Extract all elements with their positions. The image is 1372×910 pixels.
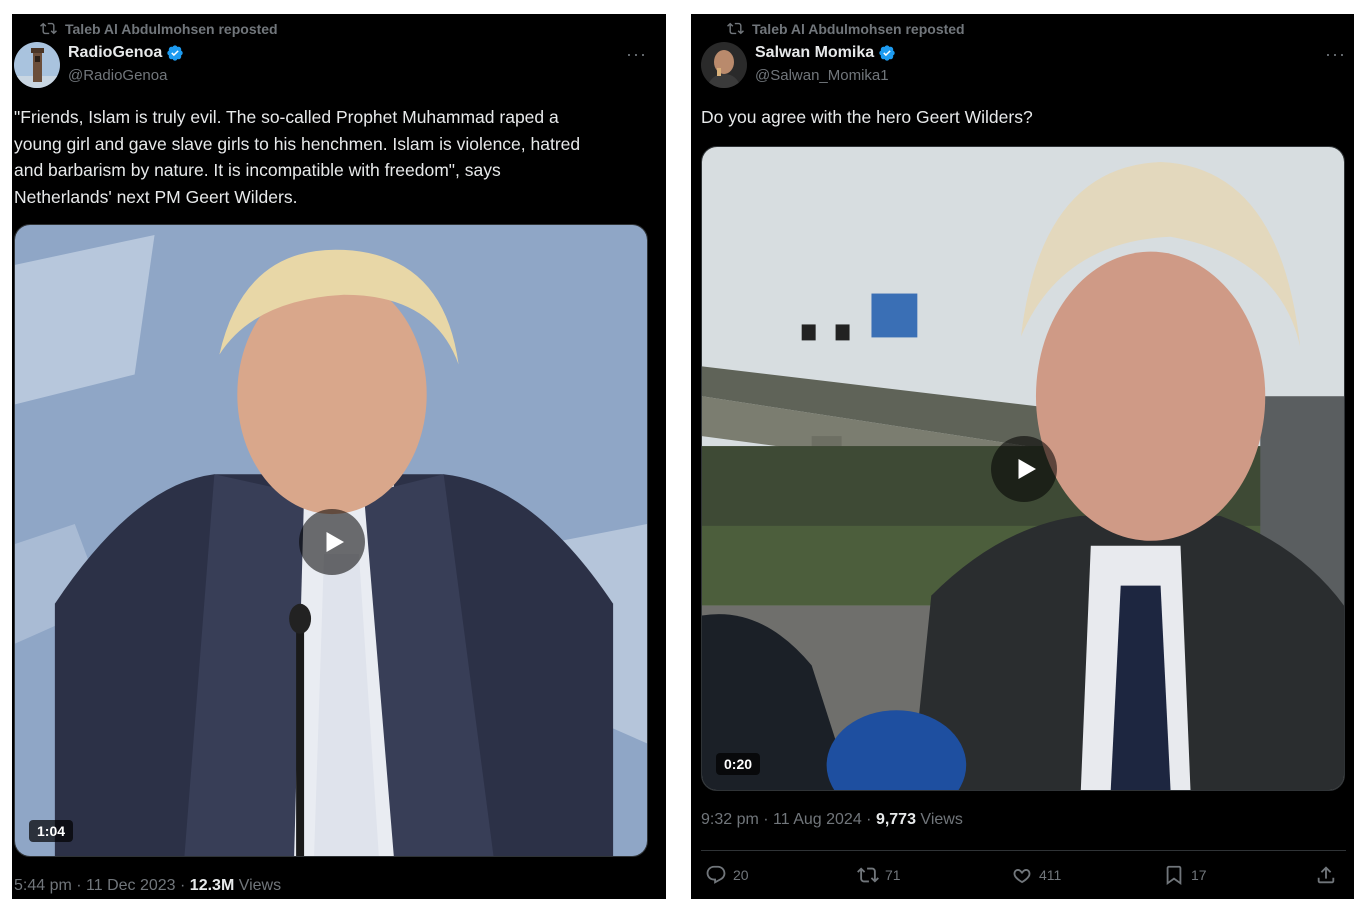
more-options-icon[interactable]: ··· bbox=[626, 44, 647, 65]
action-bar: 20 71 411 17 bbox=[705, 864, 1338, 888]
like-button[interactable]: 411 bbox=[1011, 864, 1061, 886]
reply-icon bbox=[706, 865, 726, 884]
repost-icon bbox=[857, 867, 879, 883]
more-options-icon[interactable]: ··· bbox=[1325, 44, 1346, 65]
play-icon bbox=[326, 532, 344, 552]
repost-icon bbox=[727, 22, 744, 35]
repost-label: Taleb Al Abdulmohsen reposted bbox=[752, 20, 965, 37]
author-handle[interactable]: @Salwan_Momika1 bbox=[755, 67, 889, 84]
post-meta: 5:44 pm · 11 Dec 2023 · 12.3M Views bbox=[14, 877, 281, 895]
play-button[interactable] bbox=[991, 436, 1057, 502]
verified-badge-icon bbox=[167, 45, 183, 61]
tweet-text: Do you agree with the hero Geert Wilders… bbox=[701, 107, 1033, 127]
like-count: 411 bbox=[1039, 867, 1062, 883]
left-post: Taleb Al Abdulmohsen reposted RadioGenoa… bbox=[12, 14, 666, 899]
repost-count: 71 bbox=[885, 867, 901, 883]
bookmark-icon bbox=[1166, 865, 1182, 886]
author-name[interactable]: Salwan Momika bbox=[755, 44, 874, 62]
author-handle[interactable]: @RadioGenoa bbox=[68, 67, 167, 84]
timestamp[interactable]: 5:44 pm · 11 Dec 2023 · bbox=[14, 877, 190, 894]
play-icon bbox=[1018, 459, 1036, 479]
reply-count: 20 bbox=[733, 867, 749, 883]
repost-indicator[interactable]: Taleb Al Abdulmohsen reposted bbox=[727, 20, 965, 37]
tweet-text: "Friends, Islam is truly evil. The so-ca… bbox=[14, 107, 581, 207]
share-button[interactable] bbox=[1315, 864, 1337, 886]
play-button[interactable] bbox=[299, 509, 365, 575]
views-count: 9,773 bbox=[875, 811, 916, 828]
avatar[interactable] bbox=[14, 42, 60, 88]
video-player[interactable]: 0:20 bbox=[701, 146, 1345, 791]
repost-indicator[interactable]: Taleb Al Abdulmohsen reposted bbox=[40, 20, 278, 37]
author-name[interactable]: RadioGenoa bbox=[68, 44, 162, 62]
video-duration: 0:20 bbox=[716, 753, 761, 775]
repost-label: Taleb Al Abdulmohsen reposted bbox=[65, 20, 278, 37]
timestamp[interactable]: 9:32 pm · 11 Aug 2024 · bbox=[701, 811, 876, 828]
views-label: Views bbox=[915, 811, 963, 828]
share-icon bbox=[1317, 866, 1335, 884]
heart-icon bbox=[1013, 869, 1031, 884]
verified-badge-icon bbox=[879, 45, 895, 61]
video-duration: 1:04 bbox=[29, 820, 74, 842]
avatar[interactable] bbox=[701, 42, 747, 88]
post-meta: 9:32 pm · 11 Aug 2024 · 9,773 Views bbox=[701, 811, 963, 829]
bookmark-count: 17 bbox=[1191, 867, 1207, 883]
reply-button[interactable]: 20 bbox=[705, 864, 749, 886]
views-label: Views bbox=[234, 877, 282, 894]
repost-icon bbox=[40, 22, 57, 35]
divider bbox=[701, 850, 1346, 851]
video-player[interactable]: 1:04 bbox=[14, 224, 648, 857]
right-post: Taleb Al Abdulmohsen reposted Salwan Mom… bbox=[691, 14, 1354, 899]
repost-button[interactable]: 71 bbox=[857, 864, 901, 886]
bookmark-button[interactable]: 17 bbox=[1163, 864, 1207, 886]
views-count: 12.3M bbox=[189, 877, 235, 894]
